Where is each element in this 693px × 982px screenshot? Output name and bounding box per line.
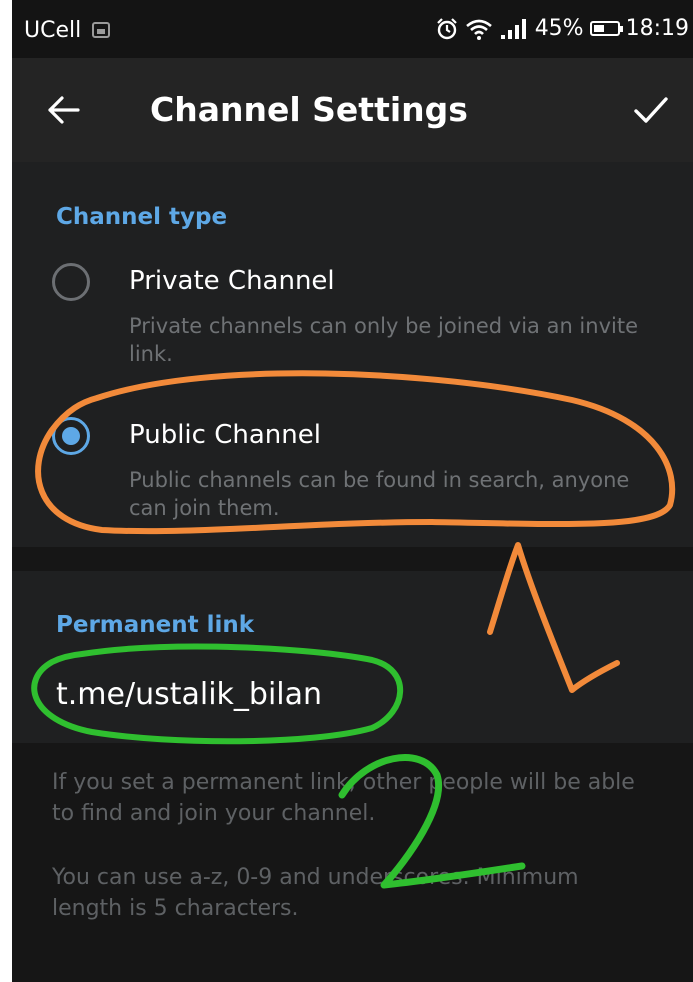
signal-icon bbox=[500, 18, 526, 39]
info-paragraph-2: You can use a-z, 0-9 and underscores. Mi… bbox=[52, 865, 579, 921]
info-section: If you set a permanent link, other peopl… bbox=[12, 743, 693, 982]
public-channel-description: Public channels can be found in search, … bbox=[129, 468, 630, 520]
page-title: Channel Settings bbox=[150, 90, 468, 129]
carrier-name: UCell bbox=[24, 18, 82, 43]
info-paragraph-1: If you set a permanent link, other peopl… bbox=[52, 770, 635, 826]
battery-icon bbox=[589, 21, 623, 36]
public-channel-radio[interactable] bbox=[52, 417, 90, 455]
battery-fill bbox=[593, 25, 604, 32]
app-bar: Channel Settings bbox=[12, 58, 693, 162]
channel-type-section: Channel type Private Channel Private cha… bbox=[12, 162, 693, 547]
wifi-icon bbox=[465, 19, 492, 40]
alarm-icon bbox=[436, 17, 457, 39]
battery-percent: 45% bbox=[534, 16, 584, 41]
permanent-link-section: Permanent link t.me/ustalik_bilan bbox=[12, 571, 693, 743]
status-icons: 45% 18:19 bbox=[435, 16, 689, 41]
channel-type-header: Channel type bbox=[56, 204, 228, 230]
permanent-link-header: Permanent link bbox=[56, 612, 255, 638]
permanent-link-input[interactable]: t.me/ustalik_bilan bbox=[56, 677, 322, 712]
public-channel-title: Public Channel bbox=[129, 420, 321, 450]
section-divider bbox=[12, 547, 693, 571]
gallery-icon bbox=[92, 22, 110, 38]
private-channel-description: Private channels can only be joined via … bbox=[129, 314, 638, 366]
check-icon[interactable] bbox=[631, 90, 671, 130]
private-channel-title: Private Channel bbox=[129, 266, 335, 296]
private-channel-radio[interactable] bbox=[52, 263, 90, 301]
back-arrow-icon[interactable] bbox=[44, 90, 84, 130]
clock: 18:19 bbox=[625, 16, 689, 41]
phone-screen: UCell 45% 18:19 Channel Settings Channel… bbox=[12, 0, 693, 982]
radio-selected-dot bbox=[62, 427, 80, 445]
status-bar: UCell 45% 18:19 bbox=[12, 0, 693, 58]
